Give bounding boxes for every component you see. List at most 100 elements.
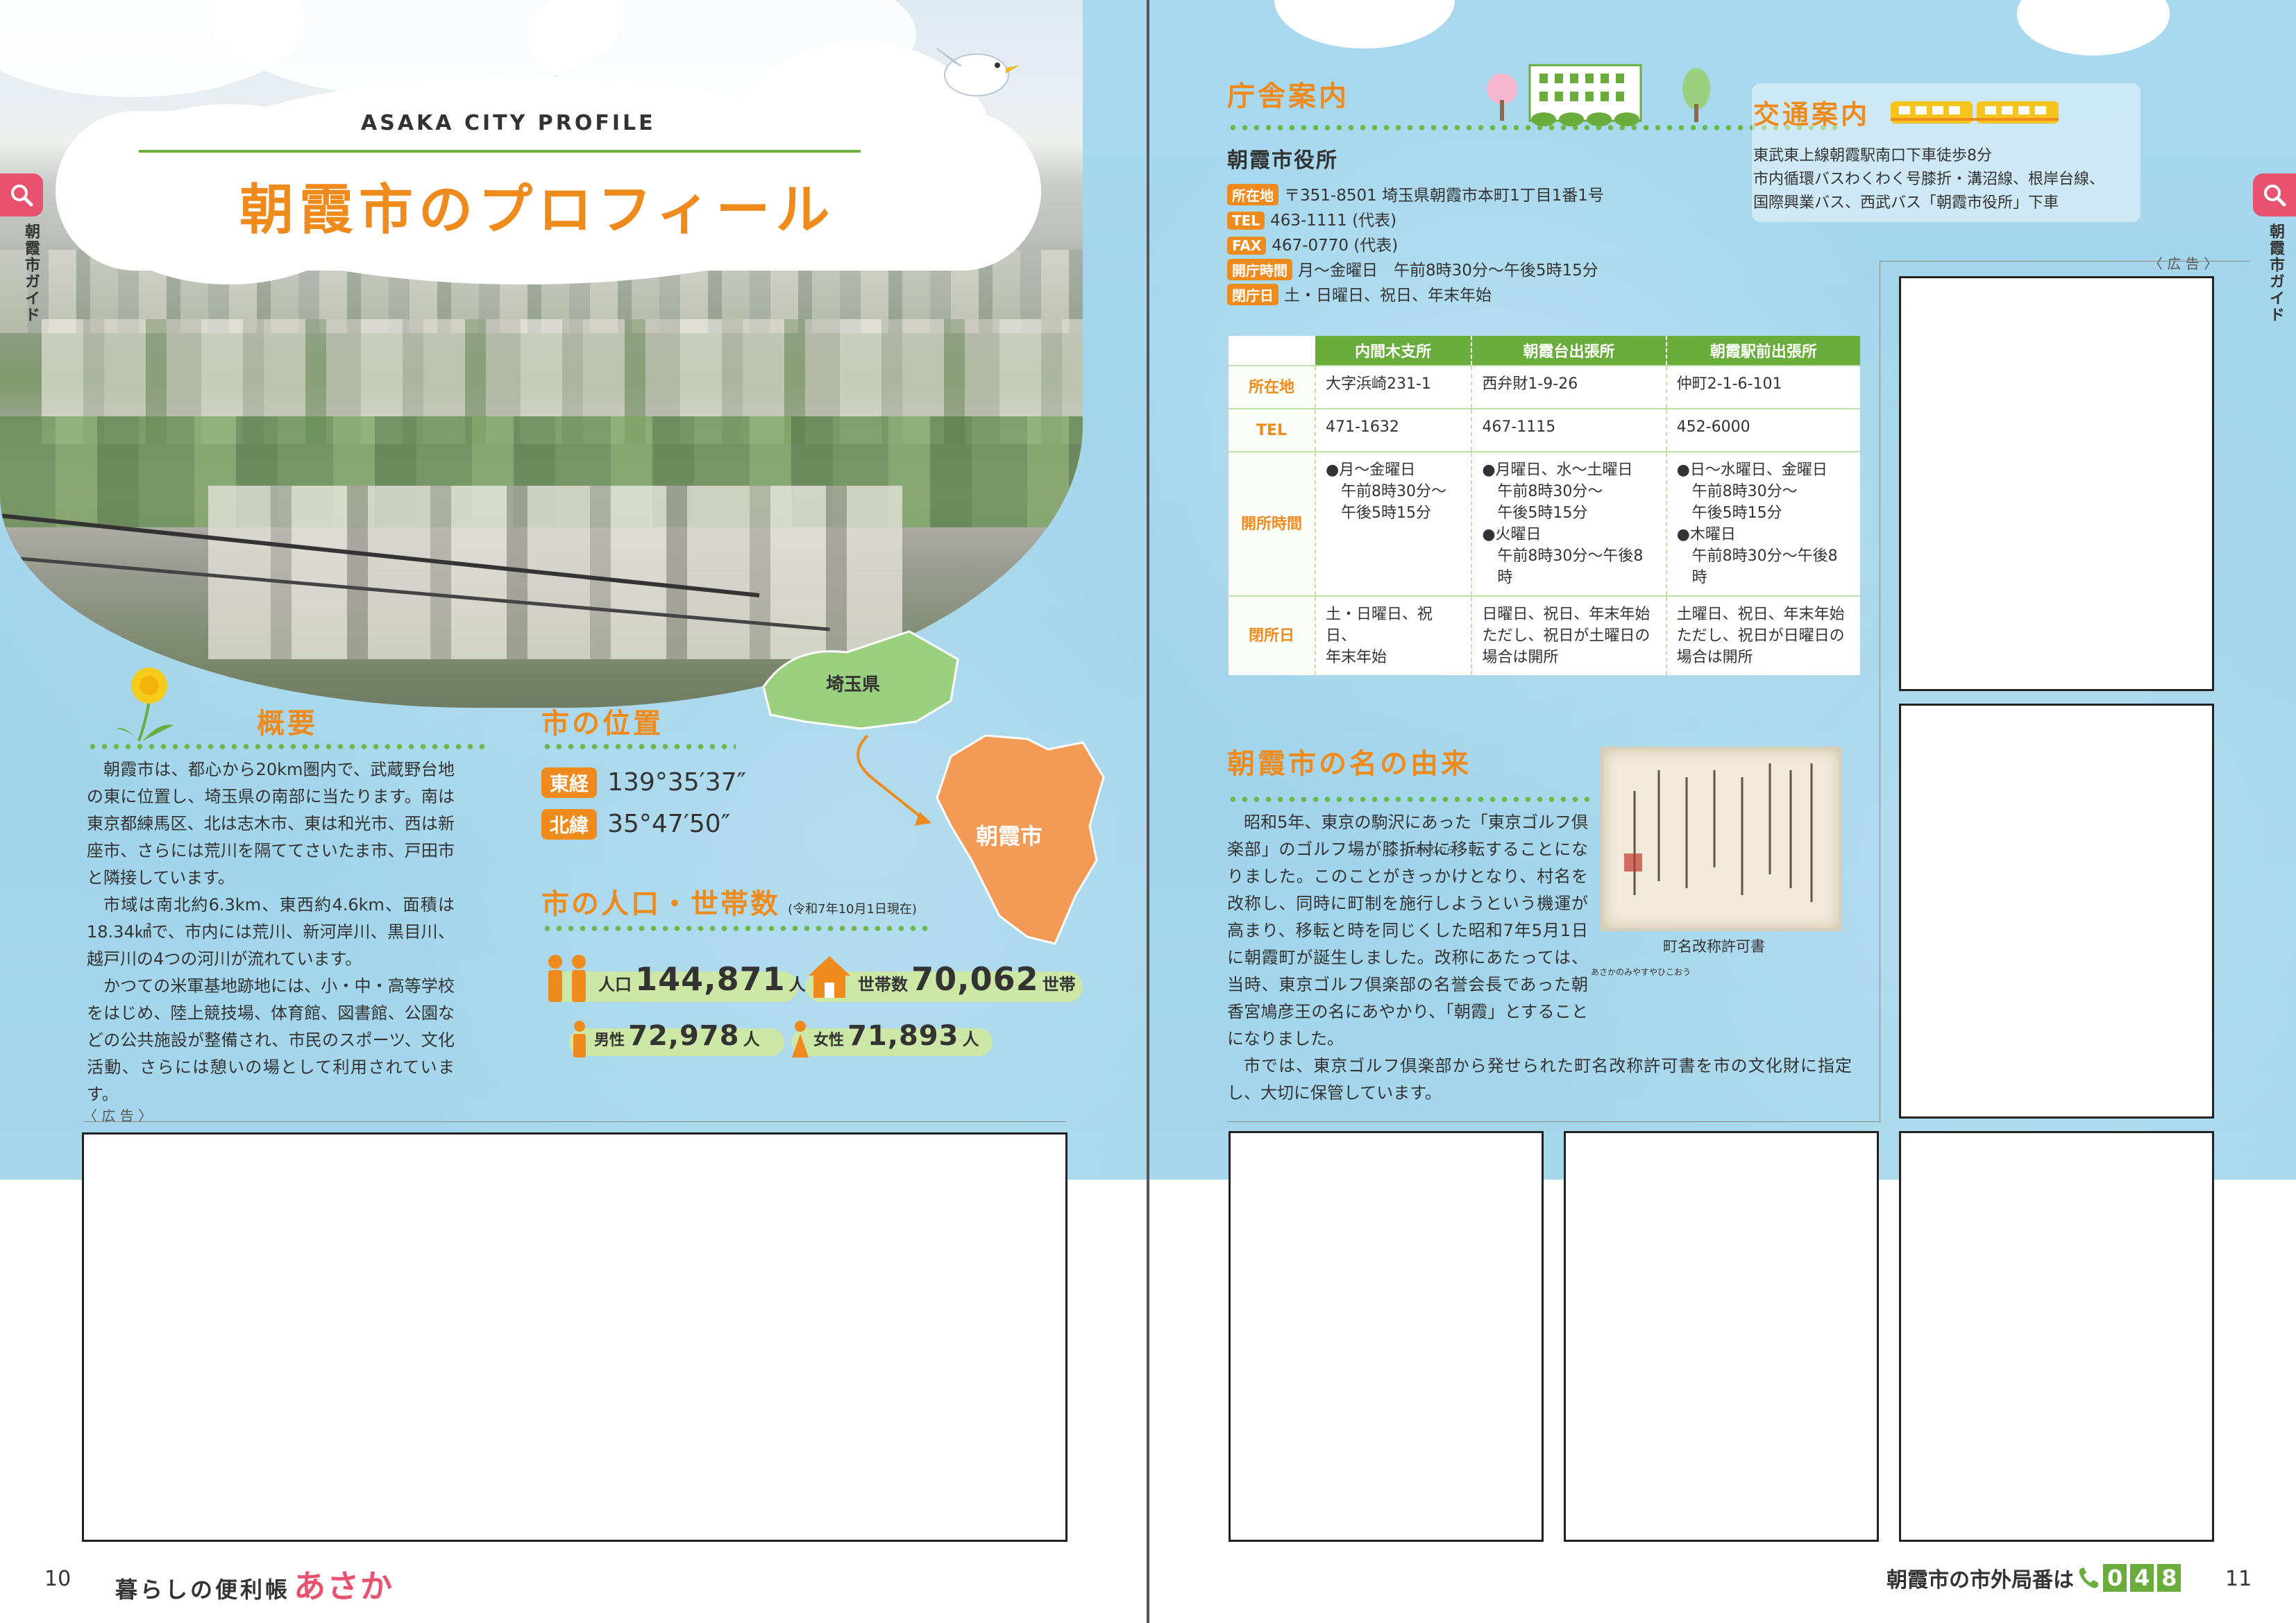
population-heading-row: 市の人口・世帯数 (令和7年10月1日現在)	[541, 881, 917, 921]
side-guide-label: 朝霞市ガイド	[22, 223, 40, 323]
male-icon	[573, 1021, 586, 1057]
branch-offices-table: 内間木支所 朝霞台出張所 朝霞駅前出張所 所在地 大字浜崎231-1 西弁財1-…	[1229, 336, 1860, 675]
longitude-value: 139°35′37″	[607, 768, 747, 797]
footer-title: 暮らしの便利帳 あさか	[115, 1561, 394, 1607]
closed-line: 年末年始	[1326, 649, 1387, 666]
side-search-tab[interactable]	[2253, 173, 2296, 216]
ad-space[interactable]	[1899, 276, 2214, 691]
ad-space[interactable]	[1229, 1131, 1544, 1542]
ad-space[interactable]	[1899, 704, 2214, 1119]
table-cell: 仲町2-1-6-101	[1665, 365, 1860, 409]
table-cell: 土曜日、祝日、年末年始 ただし、祝日が日曜日の 場合は開所	[1665, 595, 1860, 675]
office-row-text: 月～金曜日 午前8時30分～午後5時15分	[1298, 262, 1598, 280]
table-column-header: 朝霞台出張所	[1471, 336, 1666, 366]
table-row: TEL 471-1632 467-1115 452-6000	[1229, 408, 1860, 452]
ad-space[interactable]	[1899, 1131, 2214, 1542]
office-fax-row: FAX 467-0770 (代表)	[1227, 232, 1398, 255]
office-address-row: 所在地 〒351-8501 埼玉県朝霞市本町1丁目1番1号	[1227, 182, 1604, 205]
area-code-footer: 朝霞市の市外局番は 0 4 8	[1886, 1563, 2181, 1593]
transport-text: 東武東上線朝霞駅南口下車徒歩8分 市内循環バスわくわく号膝折・溝沼線、根岸台線、…	[1753, 144, 2104, 215]
office-closed-row: 閉庁日 土・日曜日、祝日、年末年始	[1227, 282, 1492, 305]
hours-line: 午前8時30分～	[1341, 483, 1446, 500]
map-label-saitama: 埼玉県	[826, 674, 881, 695]
hours-line: ●木曜日	[1676, 526, 1736, 543]
household-unit: 世帯	[1042, 975, 1076, 994]
household-label: 世帯数	[858, 975, 908, 994]
left-page: ASAKA CITY PROFILE 朝霞市のプロフィール 朝霞市ガイド 概要 …	[0, 0, 1147, 1623]
table-row: 所在地 大字浜崎231-1 西弁財1-9-26 仲町2-1-6-101	[1229, 365, 1860, 409]
area-code-digit: 8	[2157, 1564, 2181, 1592]
table-row: 閉所日 土・日曜日、祝日、 年末年始 日曜日、祝日、年末年始 ただし、祝日が土曜…	[1229, 595, 1860, 675]
ad-space[interactable]	[1564, 1131, 1879, 1542]
office-heading: 庁舎案内	[1227, 80, 1349, 112]
bird-icon	[936, 48, 1020, 96]
longitude-label: 東経	[541, 767, 598, 798]
dotted-divider	[1227, 797, 1595, 802]
origin-text: 昭和5年、東京の駒沢にあった「東京ゴルフ倶楽部」のゴルフ場が膝折村に移転すること…	[1227, 809, 1852, 1107]
female-stat: 女性 71,893 人	[813, 1020, 979, 1052]
transport-line: 東武東上線朝霞駅南口下車徒歩8分	[1753, 147, 1992, 164]
overview-text: 朝霞市は、都心から20km圏内で、武蔵野台地の東に位置し、埼玉県の南部に当たりま…	[87, 756, 455, 1108]
ad-rule	[1227, 1121, 1881, 1122]
ad-rule	[1880, 261, 2250, 262]
overview-paragraph: 朝霞市は、都心から20km圏内で、武蔵野台地の東に位置し、埼玉県の南部に当たりま…	[87, 760, 455, 887]
map-label-asaka: 朝霞市	[976, 823, 1043, 849]
closed-line: ただし、祝日が日曜日の	[1676, 627, 1845, 645]
location-heading: 市の位置	[541, 708, 664, 740]
dotted-divider	[541, 744, 736, 749]
hours-line: 午後5時15分	[1691, 504, 1782, 522]
side-guide-label: 朝霞市ガイド	[2267, 223, 2284, 323]
ad-rule	[83, 1121, 1066, 1122]
office-row-tag: 開庁時間	[1227, 259, 1292, 280]
office-hours-row: 開庁時間 月～金曜日 午前8時30分～午後5時15分	[1227, 257, 1598, 280]
table-cell: ●月曜日、水～土曜日 午前8時30分～ 午後5時15分 ●火曜日 午前8時30分…	[1471, 451, 1666, 596]
table-cell: 西弁財1-9-26	[1471, 365, 1666, 409]
overview-paragraph: かつての米軍基地跡地には、小・中・高等学校をはじめ、陸上競技場、体育館、図書館、…	[87, 976, 455, 1104]
population-label: 人口	[598, 975, 632, 994]
phone-icon	[2079, 1567, 2099, 1588]
table-column-header: 朝霞駅前出張所	[1665, 336, 1860, 366]
header-en: ASAKA CITY PROFILE	[361, 111, 656, 135]
table-cell: 大字浜崎231-1	[1314, 365, 1472, 409]
table-cell: ●月～金曜日 午前8時30分～ 午後5時15分	[1314, 451, 1472, 596]
latitude-value: 35°47′50″	[607, 810, 731, 838]
side-search-tab[interactable]	[0, 173, 43, 216]
office-row-text: 土・日曜日、祝日、年末年始	[1284, 287, 1492, 305]
footer-title-text: 暮らしの便利帳	[115, 1577, 291, 1603]
population-heading: 市の人口・世帯数	[541, 888, 780, 920]
dotted-divider	[87, 744, 489, 749]
office-name: 朝霞市役所	[1227, 148, 1338, 173]
office-row-tag: FAX	[1227, 237, 1267, 255]
area-code-text: 朝霞市の市外局番は	[1886, 1568, 2074, 1592]
search-icon	[11, 185, 33, 207]
origin-heading: 朝霞市の名の由来	[1227, 748, 1471, 780]
table-row-label: 開所時間	[1229, 451, 1315, 596]
right-page: 朝霞市ガイド 庁舎案内 朝霞市役所 所在地 〒351-8501 埼玉県朝霞市本町1…	[1149, 0, 2296, 1623]
overview-paragraph: 市域は南北約6.3km、東西約4.6km、面積は18.34㎢で、市内には荒川、新…	[87, 895, 455, 969]
office-row-text: 〒351-8501 埼玉県朝霞市本町1丁目1番1号	[1284, 187, 1604, 205]
people-icon	[548, 955, 586, 1002]
table-row: 開所時間 ●月～金曜日 午前8時30分～ 午後5時15分 ●月曜日、水～土曜日 …	[1229, 451, 1860, 596]
page-number: 11	[2225, 1567, 2252, 1591]
latitude-row: 北緯 35°47′50″	[541, 809, 730, 840]
male-label: 男性	[594, 1032, 625, 1049]
population-value: 144,871	[635, 960, 786, 998]
male-unit: 人	[743, 1030, 760, 1049]
city-hall-icon	[1487, 64, 1710, 126]
table-cell: 467-1115	[1471, 408, 1666, 452]
household-stat: 世帯数 70,062 世帯	[858, 960, 1076, 998]
longitude-row: 東経 139°35′37″	[541, 767, 746, 798]
female-label: 女性	[813, 1032, 845, 1049]
office-row-tag: 所在地	[1227, 184, 1278, 205]
population-stat: 人口 144,871 人	[598, 960, 806, 998]
table-cell: 471-1632	[1314, 408, 1472, 452]
closed-line: 場合は開所	[1676, 649, 1753, 666]
closed-line: 日曜日、祝日、年末年始	[1482, 606, 1651, 623]
area-code-digit: 4	[2130, 1564, 2154, 1592]
table-cell: 452-6000	[1665, 408, 1860, 452]
ad-space[interactable]	[82, 1132, 1067, 1542]
page-title: 朝霞市のプロフィール	[239, 179, 836, 241]
female-unit: 人	[962, 1030, 979, 1049]
table-corner	[1229, 336, 1315, 366]
table-row-label: 閉所日	[1229, 595, 1315, 675]
